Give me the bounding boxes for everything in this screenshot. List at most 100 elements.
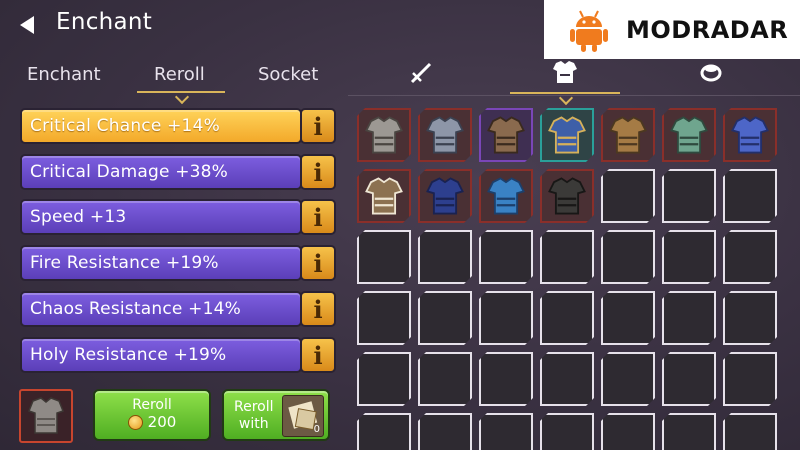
android-robot-icon [570,10,608,52]
inventory-item[interactable] [479,169,533,223]
inventory-slot-empty[interactable] [418,230,472,284]
inventory-slot-empty[interactable] [540,230,594,284]
stat-row-speed[interactable]: Speed +13 i [20,199,336,235]
stat-bar[interactable]: Fire Resistance +19% [20,245,302,281]
stat-label: Fire Resistance +19% [30,253,219,273]
inventory-item[interactable] [418,108,472,162]
inventory-slot-empty[interactable] [540,413,594,450]
stat-bar[interactable]: Critical Damage +38% [20,154,302,190]
inventory-item[interactable] [540,108,594,162]
ring-icon [700,64,722,82]
category-accessories[interactable] [691,57,731,87]
active-category-indicator [510,92,620,94]
inventory-slot-empty[interactable] [723,352,777,406]
dark-vest-icon [542,171,592,221]
watermark-banner: MODRADAR [544,0,800,59]
inventory-slot-empty[interactable] [601,169,655,223]
inventory-slot-empty[interactable] [723,291,777,345]
inventory-slot-empty[interactable] [601,352,655,406]
enchant-tabs: Enchant Reroll Socket [0,60,340,98]
stat-row-critical-damage[interactable]: Critical Damage +38% i [20,154,336,190]
info-button[interactable]: i [300,337,336,373]
inventory-slot-empty[interactable] [418,291,472,345]
inventory-item[interactable] [662,108,716,162]
reroll-with-scroll-button[interactable]: Reroll with 0 [222,389,330,441]
inventory-slot-empty[interactable] [723,169,777,223]
inventory-item[interactable] [723,108,777,162]
inventory-item[interactable] [540,169,594,223]
inventory-slot-empty[interactable] [479,352,533,406]
info-button[interactable]: i [300,154,336,190]
reroll-with-line2: with [238,416,269,432]
reroll-cost: 200 [95,413,209,431]
inventory-slot-empty[interactable] [479,291,533,345]
inventory-slot-empty[interactable] [662,169,716,223]
inventory-slot-empty[interactable] [662,230,716,284]
stat-bar[interactable]: Holy Resistance +19% [20,337,302,373]
tab-enchant[interactable]: Enchant [27,64,101,85]
inventory-slot-empty[interactable] [601,291,655,345]
inventory-slot-empty[interactable] [662,291,716,345]
stat-label: Holy Resistance +19% [30,345,227,365]
reroll-label: Reroll [132,397,172,413]
inventory-item[interactable] [357,108,411,162]
inventory-item[interactable] [357,169,411,223]
reroll-gold-button[interactable]: Reroll 200 [93,389,211,441]
stat-row-holy-resistance[interactable]: Holy Resistance +19% i [20,337,336,373]
info-button[interactable]: i [300,108,336,144]
inventory-slot-empty[interactable] [601,413,655,450]
green-armor-icon [664,110,714,160]
reroll-scroll-item: 0 [282,395,324,437]
info-button[interactable]: i [300,245,336,281]
watermark-text: MODRADAR [626,15,789,44]
page-title: Enchant [56,9,153,35]
blue-cloak-icon [481,171,531,221]
scroll-count: 0 [313,424,320,435]
chest-armor-icon [553,61,577,83]
stat-bar[interactable]: Critical Chance +14% [20,108,302,144]
gold-coin-icon [127,414,143,430]
fur-coat-icon [359,171,409,221]
back-arrow-icon[interactable] [16,14,38,36]
divider [348,95,800,96]
inventory-item[interactable] [601,108,655,162]
inventory-slot-empty[interactable] [662,352,716,406]
inventory-slot-empty[interactable] [418,413,472,450]
stat-row-chaos-resistance[interactable]: Chaos Resistance +14% i [20,291,336,327]
inventory-slot-empty[interactable] [540,352,594,406]
inventory-slot-empty[interactable] [601,230,655,284]
stat-bar[interactable]: Chaos Resistance +14% [20,291,302,327]
steel-armor-icon [28,397,64,434]
inventory-slot-empty[interactable] [540,291,594,345]
selected-item-slot[interactable] [19,389,73,443]
stat-row-fire-resistance[interactable]: Fire Resistance +19% i [20,245,336,281]
stat-bar[interactable]: Speed +13 [20,199,302,235]
leather-armor-icon [481,110,531,160]
reroll-with-line1: Reroll [234,399,274,415]
category-weapons[interactable] [402,57,442,87]
inventory-slot-empty[interactable] [723,413,777,450]
inventory-item[interactable] [418,169,472,223]
inventory-slot-empty[interactable] [357,291,411,345]
inventory-slot-empty[interactable] [357,352,411,406]
inventory-slot-empty[interactable] [662,413,716,450]
blue-gold-armor-icon [542,110,592,160]
blue-plate-armor-icon [725,110,775,160]
info-button[interactable]: i [300,291,336,327]
inventory-slot-empty[interactable] [357,413,411,450]
inventory-slot-empty[interactable] [479,230,533,284]
active-tab-indicator [137,91,225,93]
bronze-armor-icon [603,110,653,160]
tab-socket[interactable]: Socket [258,64,318,85]
inventory-slot-empty[interactable] [479,413,533,450]
blue-robe-icon [420,171,470,221]
inventory-slot-empty[interactable] [357,230,411,284]
inventory-slot-empty[interactable] [418,352,472,406]
category-armor[interactable] [545,57,585,87]
tab-reroll[interactable]: Reroll [154,64,205,85]
stat-label: Critical Damage +38% [30,162,229,182]
stat-row-critical-chance[interactable]: Critical Chance +14% i [20,108,336,144]
inventory-item[interactable] [479,108,533,162]
inventory-slot-empty[interactable] [723,230,777,284]
info-button[interactable]: i [300,199,336,235]
